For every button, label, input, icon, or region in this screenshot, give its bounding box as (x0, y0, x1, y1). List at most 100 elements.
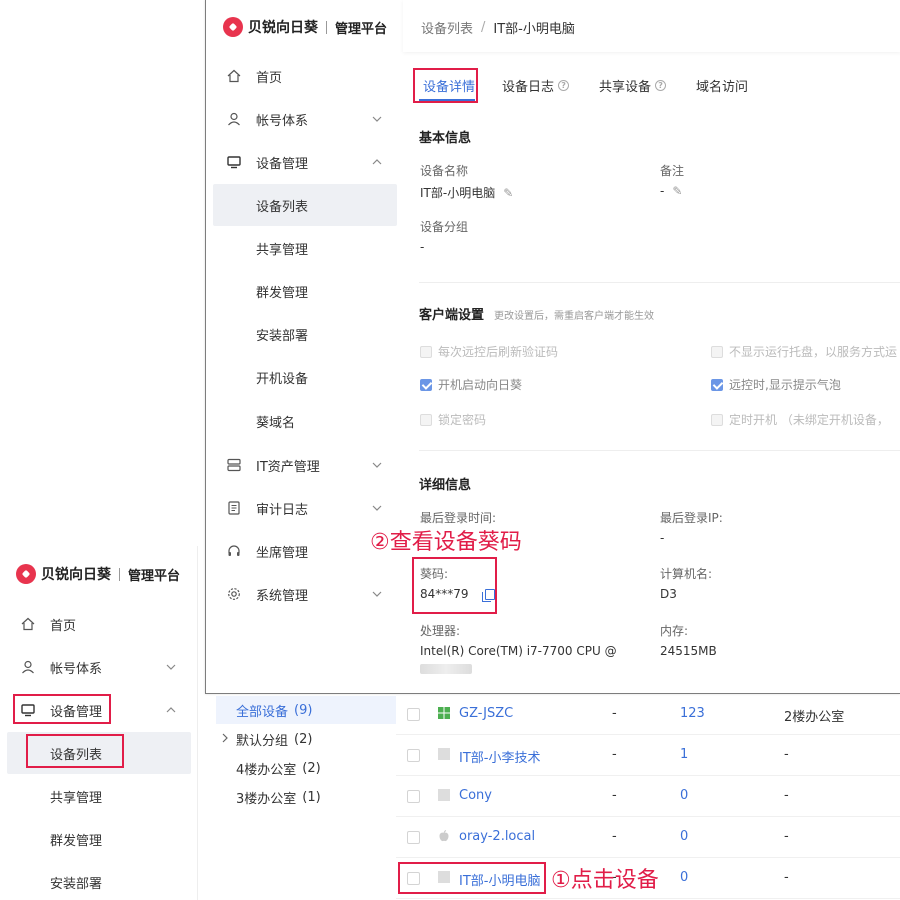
device-col3-link[interactable]: 0 (680, 829, 688, 844)
group-label: 4楼办公室 (236, 762, 297, 778)
bg-sidebar-item-account[interactable]: 帐号体系 (0, 647, 198, 687)
option-label: 远控时,显示提示气泡 (729, 378, 841, 392)
device-icon (438, 748, 450, 760)
sidebar-sub-label: 葵域名 (256, 415, 296, 431)
tab-shared-device[interactable]: 共享设备 ? (599, 76, 667, 95)
sidebar-item-label: 首页 (256, 70, 283, 86)
sidebar-sub-boot-device[interactable]: 开机设备 (213, 356, 397, 398)
home-icon (20, 616, 36, 632)
sidebar-sub-share[interactable]: 共享管理 (213, 227, 397, 269)
device-col4: - (784, 788, 789, 803)
option-scheduled-boot[interactable]: 定时开机 （未绑定开机设备， (711, 411, 889, 428)
tab-device-log[interactable]: 设备日志 ? (502, 76, 570, 95)
group-count: (2) (294, 731, 313, 747)
device-name-link[interactable]: Cony (459, 788, 492, 803)
row-checkbox[interactable] (407, 790, 420, 803)
device-col3-link[interactable]: 1 (680, 747, 688, 762)
device-name-label: 设备名称 (420, 164, 469, 178)
device-name-field: IT部-小明电脑 ✎ (420, 184, 513, 201)
checkbox[interactable] (420, 345, 432, 358)
bg-sidebar-sub-broadcast[interactable]: 群发管理 (7, 818, 191, 860)
group-item-default[interactable]: 默认分组 (2) (216, 725, 396, 753)
row-checkbox[interactable] (407, 831, 420, 844)
sidebar-sub-label: 设备列表 (256, 199, 309, 215)
device-col4: - (784, 747, 789, 762)
device-name-value: IT部-小明电脑 (420, 186, 496, 200)
sidebar-item-audit[interactable]: 审计日志 (206, 488, 404, 528)
device-col3-link[interactable]: 0 (680, 870, 688, 885)
chevron-down-icon (372, 460, 382, 471)
tab-domain-access[interactable]: 域名访问 (696, 76, 748, 95)
device-group-value: - (420, 240, 425, 254)
checkbox-checked[interactable] (420, 378, 432, 391)
row-checkbox[interactable] (407, 708, 420, 721)
group-label: 3楼办公室 (236, 791, 297, 807)
brand-logo[interactable]: 贝锐向日葵 管理平台 (223, 17, 387, 37)
breadcrumb-parent-link[interactable]: 设备列表 (421, 18, 473, 37)
device-col4: 2楼办公室 (784, 710, 845, 725)
sidebar-item-devices[interactable]: 设备管理 (206, 142, 404, 182)
option-autostart[interactable]: 开机启动向日葵 (420, 376, 522, 393)
client-settings-title: 客户端设置 (419, 308, 485, 323)
group-tree: 全部设备 (9) 默认分组 (2) 4楼办公室 (2) 3楼办公室 (1) (198, 694, 396, 900)
breadcrumb: 设备列表 / IT部-小明电脑 (421, 18, 575, 37)
redacted-blur (420, 664, 472, 674)
sidebar-sub-domain[interactable]: 葵域名 (213, 400, 397, 442)
main-header: 设备列表 / IT部-小明电脑 (403, 0, 900, 52)
option-refresh-code[interactable]: 每次远控后刷新验证码 (420, 343, 558, 360)
checkbox[interactable] (711, 413, 723, 426)
bg-sidebar-sub-share[interactable]: 共享管理 (7, 775, 191, 817)
brand-subtitle: 管理平台 (128, 568, 181, 584)
table-row[interactable]: GZ-JSZC - 123 2楼办公室 (396, 694, 900, 735)
table-row[interactable]: Cony - 0 - (396, 776, 900, 817)
group-item-all[interactable]: 全部设备 (9) (216, 696, 396, 724)
option-show-bubble[interactable]: 远控时,显示提示气泡 (711, 376, 841, 393)
sunlogin-logo-icon (16, 564, 36, 584)
device-col2: - (612, 788, 617, 803)
device-col2: - (612, 706, 617, 721)
cpu-value: Intel(R) Core(TM) i7-7700 CPU @ (420, 644, 617, 658)
device-col3-link[interactable]: 0 (680, 788, 688, 803)
option-hide-tray[interactable]: 不显示运行托盘，以服务方式运 (711, 343, 897, 360)
sidebar-sub-label: 群发管理 (50, 833, 103, 849)
help-icon[interactable]: ? (655, 80, 667, 91)
brand-logo[interactable]: 贝锐向日葵 管理平台 (16, 564, 180, 584)
help-icon[interactable]: ? (558, 80, 570, 91)
device-name-link[interactable]: IT部-小李技术 (459, 747, 540, 766)
sidebar-sub-install[interactable]: 安装部署 (213, 313, 397, 355)
chevron-up-icon (372, 157, 382, 168)
device-name-link[interactable]: GZ-JSZC (459, 706, 513, 721)
table-row[interactable]: IT部-小李技术 - 1 - (396, 735, 900, 776)
sidebar-item-system[interactable]: 系统管理 (206, 574, 404, 614)
option-label: 锁定密码 (438, 413, 487, 427)
sidebar-sub-broadcast[interactable]: 群发管理 (213, 270, 397, 312)
note-label: 备注 (660, 164, 685, 178)
group-item-3f[interactable]: 3楼办公室 (1) (216, 783, 396, 811)
sidebar-item-it-assets[interactable]: IT资产管理 (206, 445, 404, 485)
checkbox-checked[interactable] (711, 378, 723, 391)
device-name-link[interactable]: oray-2.local (459, 829, 535, 844)
sidebar-sub-label: 开机设备 (256, 371, 309, 387)
bg-sidebar-sub-install[interactable]: 安装部署 (7, 861, 191, 900)
chevron-right-icon[interactable] (222, 733, 228, 746)
device-col3-link[interactable]: 123 (680, 706, 705, 721)
checkbox[interactable] (711, 345, 723, 358)
sidebar-item-account[interactable]: 帐号体系 (206, 99, 404, 139)
highlight-tab-device-detail (413, 68, 478, 103)
windows-icon (438, 707, 450, 719)
sidebar-item-home[interactable]: 首页 (206, 56, 404, 96)
sidebar-sub-device-list[interactable]: 设备列表 (213, 184, 397, 226)
device-group-label: 设备分组 (420, 220, 469, 234)
edit-icon[interactable]: ✎ (672, 184, 682, 198)
edit-icon[interactable]: ✎ (503, 186, 513, 200)
document-icon (226, 500, 242, 516)
sidebar-item-label: IT资产管理 (256, 459, 320, 475)
option-lock-password[interactable]: 锁定密码 (420, 411, 486, 428)
checkbox[interactable] (420, 413, 432, 426)
table-row[interactable]: oray-2.local - 0 - (396, 817, 900, 858)
memory-label: 内存: (660, 624, 689, 638)
bg-sidebar-item-home[interactable]: 首页 (0, 604, 198, 644)
brand-name: 贝锐向日葵 (248, 20, 318, 36)
row-checkbox[interactable] (407, 749, 420, 762)
group-item-4f[interactable]: 4楼办公室 (2) (216, 754, 396, 782)
